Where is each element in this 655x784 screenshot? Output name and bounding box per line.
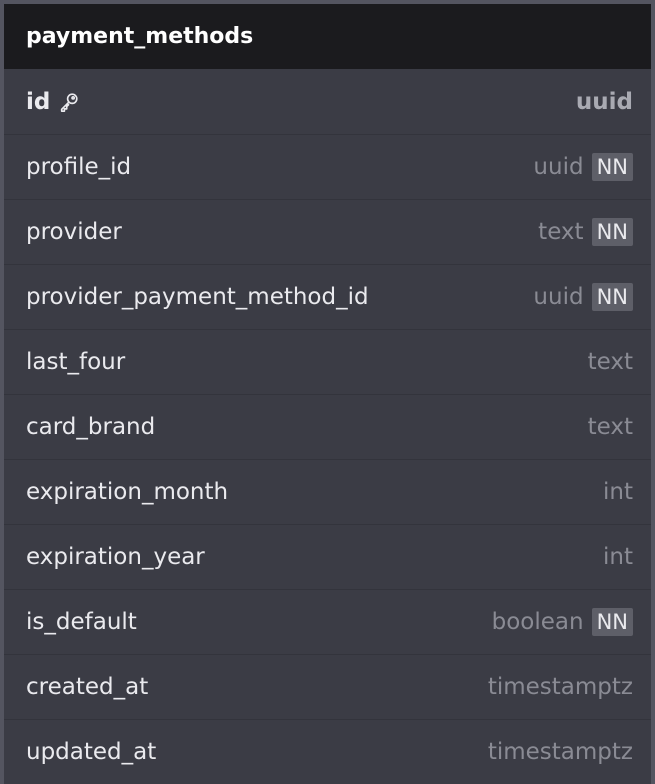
- column-row[interactable]: created_at timestamptz: [4, 654, 651, 719]
- column-type-cell: int: [603, 544, 633, 570]
- column-type-cell: uuid NN: [533, 153, 633, 181]
- column-type: int: [603, 479, 633, 505]
- column-row[interactable]: provider_payment_method_id uuid NN: [4, 264, 651, 329]
- column-list: id uuid profile_id uuid NN provider text…: [4, 69, 651, 784]
- not-null-badge: NN: [591, 153, 633, 181]
- column-name: last_four: [26, 349, 126, 375]
- column-name: updated_at: [26, 739, 157, 765]
- column-type: text: [587, 349, 633, 375]
- column-row[interactable]: updated_at timestamptz: [4, 719, 651, 784]
- column-row[interactable]: expiration_year int: [4, 524, 651, 589]
- column-name: created_at: [26, 674, 149, 700]
- column-row[interactable]: expiration_month int: [4, 459, 651, 524]
- column-name: provider: [26, 219, 122, 245]
- column-type: int: [603, 544, 633, 570]
- column-row[interactable]: last_four text: [4, 329, 651, 394]
- column-type: text: [587, 414, 633, 440]
- key-icon: [58, 91, 80, 113]
- column-row[interactable]: is_default boolean NN: [4, 589, 651, 654]
- column-name-cell: id: [26, 89, 80, 115]
- column-name: expiration_year: [26, 544, 205, 570]
- column-type-cell: timestamptz: [488, 674, 633, 700]
- column-type: uuid: [533, 154, 584, 180]
- column-type-cell: uuid: [576, 89, 633, 115]
- column-type-cell: boolean NN: [492, 608, 633, 636]
- table-card[interactable]: payment_methods id uuid profile_id uuid …: [0, 0, 655, 784]
- table-name[interactable]: payment_methods: [4, 4, 651, 69]
- column-type-cell: text: [588, 349, 633, 375]
- column-name: id: [26, 88, 51, 115]
- column-name: provider_payment_method_id: [26, 284, 369, 310]
- column-type: timestamptz: [487, 739, 633, 765]
- column-type: uuid: [533, 284, 584, 310]
- column-type-cell: int: [603, 479, 633, 505]
- column-row[interactable]: id uuid: [4, 69, 651, 134]
- column-name: card_brand: [26, 414, 156, 440]
- column-row[interactable]: provider text NN: [4, 199, 651, 264]
- not-null-badge: NN: [591, 218, 633, 246]
- column-type: text: [538, 219, 584, 245]
- column-type: uuid: [575, 88, 633, 115]
- column-type-cell: timestamptz: [488, 739, 633, 765]
- column-row[interactable]: profile_id uuid NN: [4, 134, 651, 199]
- column-name: profile_id: [26, 154, 132, 180]
- column-name: expiration_month: [26, 479, 229, 505]
- not-null-badge: NN: [591, 283, 633, 311]
- column-type: boolean: [491, 609, 584, 635]
- not-null-badge: NN: [591, 608, 633, 636]
- column-name: is_default: [26, 609, 137, 635]
- column-type-cell: uuid NN: [533, 283, 633, 311]
- column-type-cell: text NN: [538, 218, 633, 246]
- column-row[interactable]: card_brand text: [4, 394, 651, 459]
- column-type: timestamptz: [487, 674, 633, 700]
- column-type-cell: text: [588, 414, 633, 440]
